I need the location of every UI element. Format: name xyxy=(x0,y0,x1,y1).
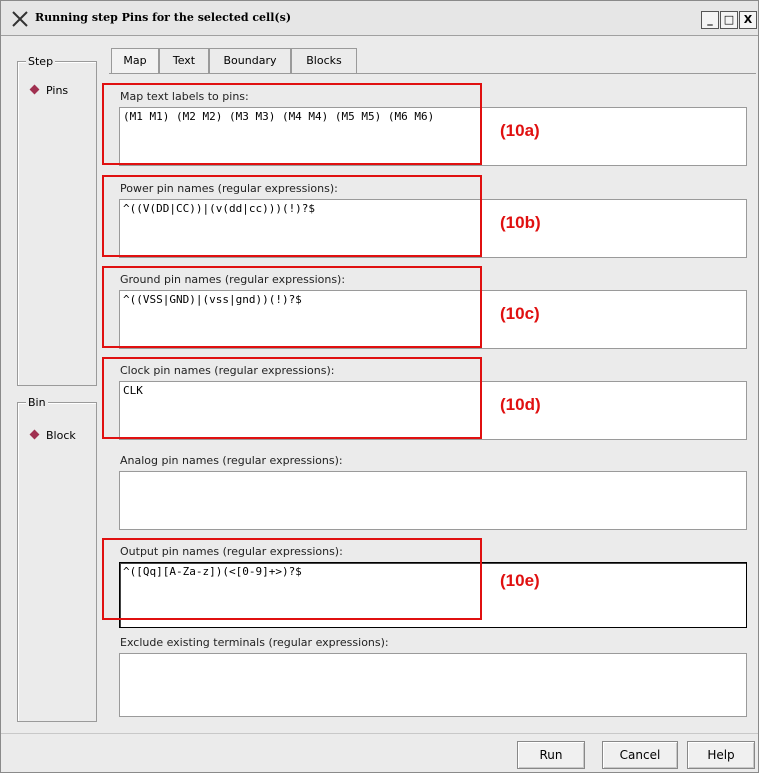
annotation-box-10d xyxy=(102,357,482,439)
dialog-window: Running step Pins for the selected cell(… xyxy=(0,0,759,773)
run-button[interactable]: Run xyxy=(517,741,585,769)
cancel-button[interactable]: Cancel xyxy=(602,741,678,769)
analog-pins-label: Analog pin names (regular expressions): xyxy=(120,454,343,467)
annotation-label-10e: (10e) xyxy=(500,571,540,590)
tab-blocks[interactable]: Blocks xyxy=(291,48,357,73)
step-item-label: Pins xyxy=(46,84,69,97)
exclude-terminals-input[interactable] xyxy=(119,653,747,717)
close-button[interactable]: X xyxy=(739,11,757,29)
tab-boundary[interactable]: Boundary xyxy=(209,48,291,73)
bin-item-block[interactable]: Block xyxy=(29,429,76,442)
radio-diamond-icon xyxy=(29,429,40,440)
bin-group-title: Bin xyxy=(26,396,48,409)
window-title: Running step Pins for the selected cell(… xyxy=(35,11,292,24)
analog-pins-input[interactable] xyxy=(119,471,747,530)
annotation-box-10a xyxy=(102,83,482,165)
step-group-title: Step xyxy=(26,55,56,68)
annotation-box-10e xyxy=(102,538,482,620)
annotation-label-10b: (10b) xyxy=(500,213,541,232)
help-button[interactable]: Help xyxy=(687,741,755,769)
title-bar: Running step Pins for the selected cell(… xyxy=(1,1,758,36)
button-bar-divider xyxy=(1,733,758,734)
bin-item-label: Block xyxy=(46,429,76,442)
tab-map[interactable]: Map xyxy=(111,48,159,74)
annotation-box-10b xyxy=(102,175,482,257)
tab-text[interactable]: Text xyxy=(159,48,209,73)
minimize-button[interactable]: _ xyxy=(701,11,719,29)
step-item-pins[interactable]: Pins xyxy=(29,84,69,97)
maximize-button[interactable]: □ xyxy=(720,11,738,29)
step-group: Step Pins xyxy=(17,55,97,386)
annotation-label-10c: (10c) xyxy=(500,304,540,323)
exclude-terminals-label: Exclude existing terminals (regular expr… xyxy=(120,636,389,649)
radio-diamond-icon xyxy=(29,84,40,95)
annotation-label-10d: (10d) xyxy=(500,395,541,414)
bin-group: Bin Block xyxy=(17,396,97,722)
annotation-box-10c xyxy=(102,266,482,348)
app-x-icon xyxy=(12,11,28,27)
annotation-label-10a: (10a) xyxy=(500,121,540,140)
